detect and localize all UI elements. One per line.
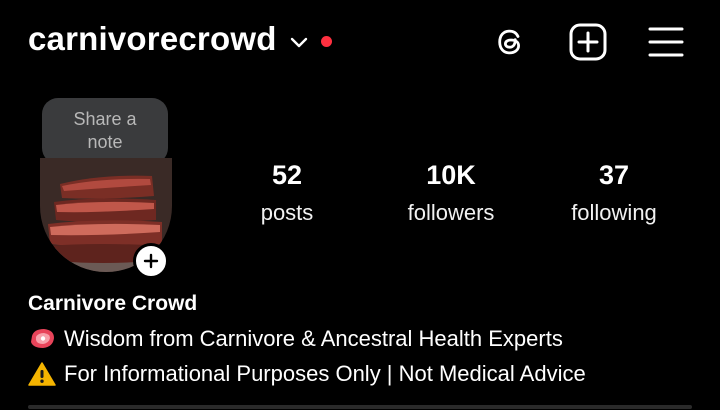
posts-label: posts bbox=[260, 200, 314, 225]
bio-text-2: For Informational Purposes Only | Not Me… bbox=[64, 361, 586, 386]
chevron-down-icon[interactable] bbox=[289, 32, 309, 52]
stat-following[interactable]: 37 following bbox=[544, 158, 684, 228]
notification-dot bbox=[320, 35, 332, 47]
bio-text-1: Wisdom from Carnivore & Ancestral Health… bbox=[64, 326, 563, 351]
plus-icon bbox=[143, 253, 159, 269]
note-text-line2: note bbox=[87, 132, 123, 152]
bio-line-1: Wisdom from Carnivore & Ancestral Health… bbox=[28, 322, 586, 355]
followers-count: 10K bbox=[426, 160, 476, 190]
note-text-line1: Share a bbox=[73, 109, 137, 129]
warning-icon bbox=[28, 361, 56, 387]
profile-screen: carnivorecrowd Share a note 52 posts 10K… bbox=[0, 0, 720, 410]
share-note-bubble[interactable]: Share a note bbox=[42, 98, 168, 172]
profile-bio: Carnivore Crowd Wisdom from Carnivore & … bbox=[28, 290, 586, 390]
meat-icon bbox=[28, 326, 56, 352]
threads-icon[interactable] bbox=[490, 22, 530, 62]
menu-icon[interactable] bbox=[646, 22, 686, 62]
account-switcher[interactable]: carnivorecrowd bbox=[28, 20, 332, 58]
stat-followers[interactable]: 10K followers bbox=[381, 158, 521, 228]
bio-line-2: For Informational Purposes Only | Not Me… bbox=[28, 357, 586, 390]
username: carnivorecrowd bbox=[28, 20, 277, 57]
posts-count: 52 bbox=[271, 160, 303, 190]
followers-label: followers bbox=[407, 200, 495, 225]
create-post-icon[interactable] bbox=[568, 22, 608, 62]
display-name: Carnivore Crowd bbox=[28, 292, 198, 315]
add-story-button[interactable] bbox=[133, 243, 169, 279]
section-divider bbox=[28, 405, 692, 409]
header-actions bbox=[490, 22, 686, 62]
following-label: following bbox=[571, 200, 657, 225]
following-count: 37 bbox=[598, 160, 630, 190]
stat-posts[interactable]: 52 posts bbox=[217, 158, 357, 228]
